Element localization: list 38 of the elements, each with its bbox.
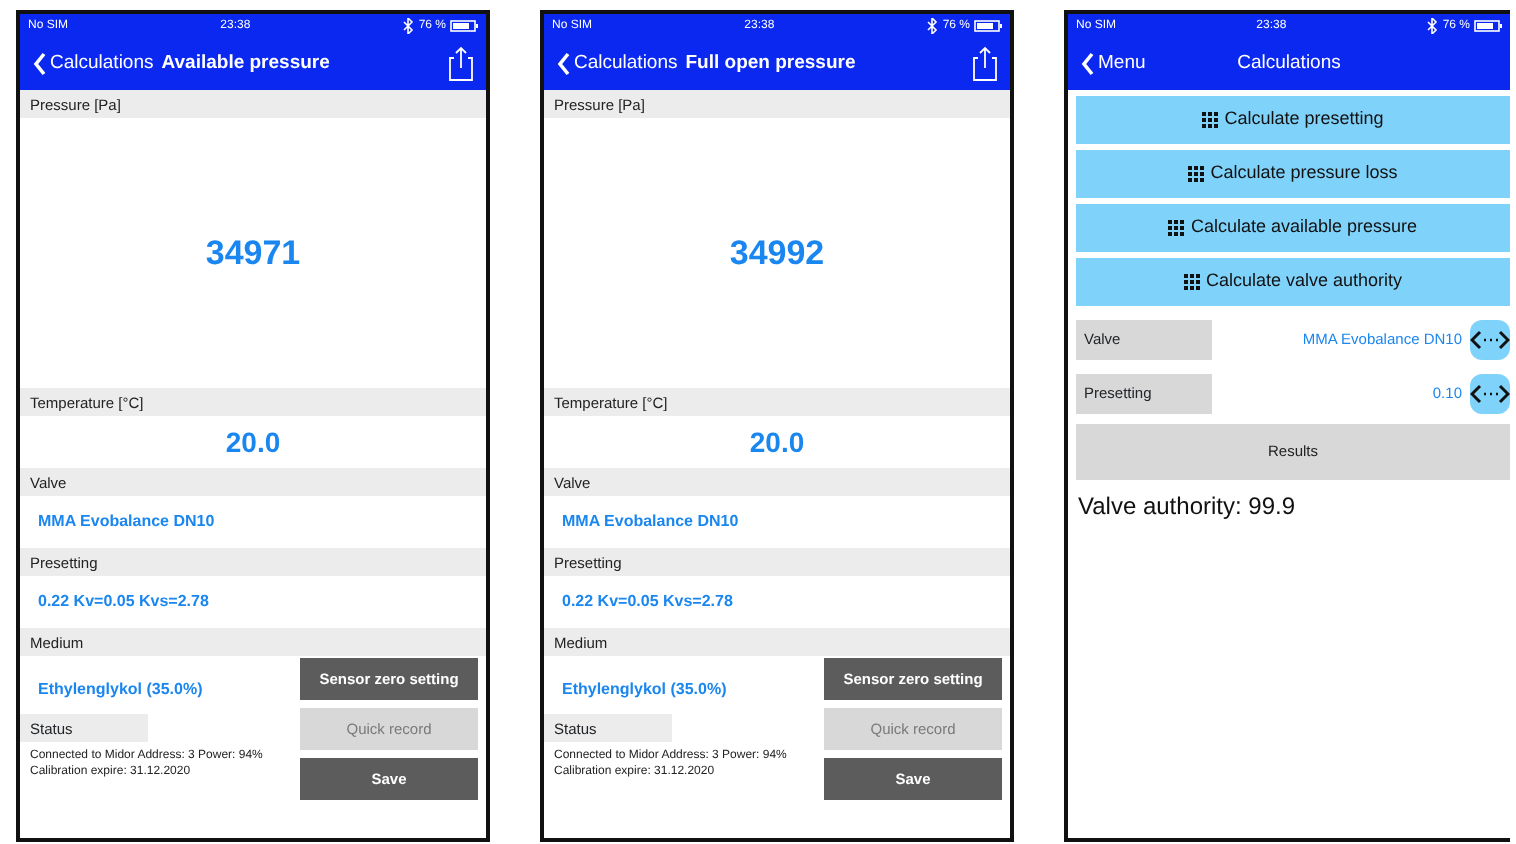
battery-icon	[1474, 20, 1502, 32]
share-icon[interactable]	[448, 46, 474, 82]
value-text: 0.22 Kv=0.05 Kvs=2.78	[560, 590, 735, 614]
calculate-button[interactable]: Calculate presetting	[1076, 96, 1510, 144]
chevron-left-icon	[1080, 52, 1094, 76]
battery-icon	[450, 20, 478, 32]
value-text: MMA Evobalance DN10	[36, 510, 217, 534]
back-link[interactable]: Calculations	[556, 49, 678, 79]
value-text: 20.0	[223, 423, 283, 461]
back-link[interactable]: Menu	[1080, 49, 1146, 79]
back-link[interactable]: Calculations	[32, 49, 154, 79]
value-text: 34971	[203, 231, 303, 276]
value-text: 34992	[727, 231, 827, 276]
chevron-left-icon	[556, 52, 570, 76]
share-icon[interactable]	[972, 46, 998, 82]
swap-button[interactable]	[1470, 373, 1510, 413]
bluetooth-icon	[402, 18, 415, 34]
bluetooth-icon	[926, 18, 939, 34]
result-text: Valve authority: 99.9	[1076, 490, 1298, 524]
grid-icon	[1168, 220, 1185, 236]
calculate-button[interactable]: Calculate pressure loss	[1076, 150, 1510, 198]
battery-icon	[974, 20, 1002, 32]
value-text: Ethylenglykol (35.0%)	[560, 678, 729, 702]
screen-title: Calculations	[1237, 51, 1341, 74]
calculate-button[interactable]: Calculate available pressure	[1076, 204, 1510, 252]
value-text: 20.0	[747, 423, 807, 461]
chevron-left-icon	[32, 52, 46, 76]
value-text: Ethylenglykol (35.0%)	[36, 678, 205, 702]
grid-icon	[1183, 274, 1200, 290]
value-text: 0.22 Kv=0.05 Kvs=2.78	[36, 590, 211, 614]
value-text: MMA Evobalance DN10	[560, 510, 741, 534]
grid-icon	[1188, 166, 1205, 182]
grid-icon	[1202, 112, 1219, 128]
swap-button[interactable]	[1470, 319, 1510, 359]
calculate-button[interactable]: Calculate valve authority	[1076, 258, 1510, 306]
screen-title: Available pressure	[161, 49, 330, 78]
screen-title: Full open pressure	[685, 49, 856, 78]
bluetooth-icon	[1426, 18, 1439, 34]
